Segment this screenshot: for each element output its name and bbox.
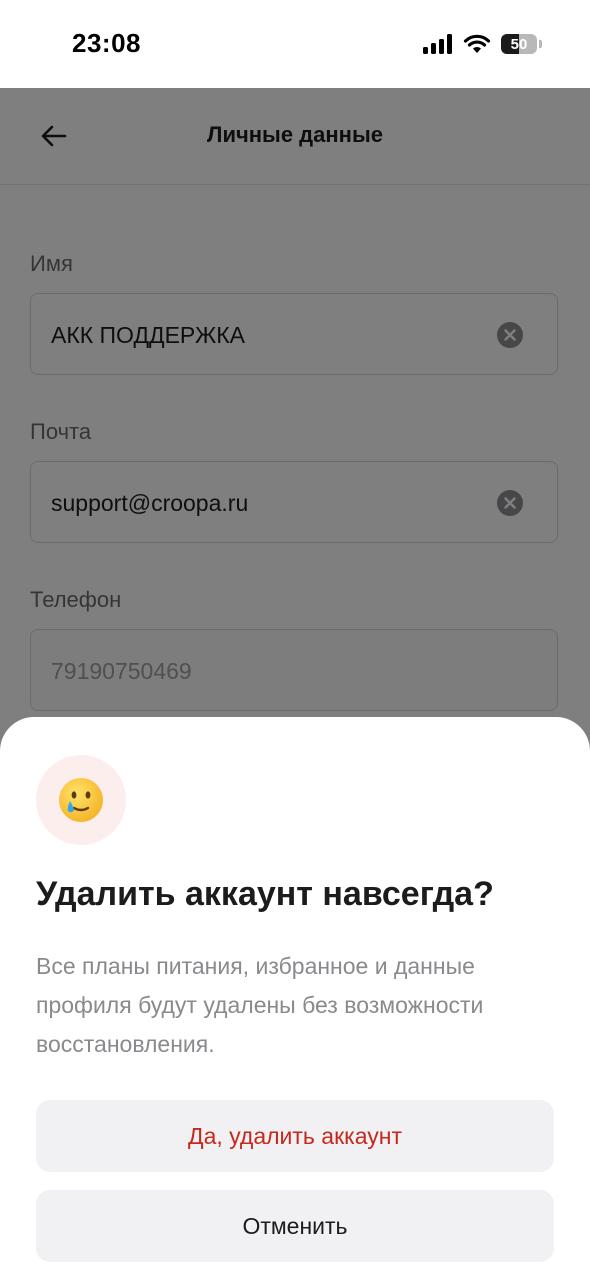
dialog-description: Все планы питания, избранное и данные пр… [36,953,484,1057]
emoji-badge [36,755,126,845]
cancel-button[interactable]: Отменить [36,1190,554,1262]
status-time: 23:08 [72,28,141,58]
status-bar: 23:08 50 [0,0,590,88]
battery-icon: 50 [501,34,537,54]
confirm-delete-button[interactable]: Да, удалить аккаунт [36,1100,554,1172]
dialog-title: Удалить аккаунт навсегда? [36,875,494,913]
cellular-signal-icon [423,34,452,54]
status-icons: 50 [423,32,542,56]
battery-percent: 50 [510,35,528,53]
smiling-face-with-tear-icon [59,778,103,822]
delete-account-sheet: Удалить аккаунт навсегда? Все планы пита… [0,717,590,1280]
wifi-icon [463,34,491,53]
